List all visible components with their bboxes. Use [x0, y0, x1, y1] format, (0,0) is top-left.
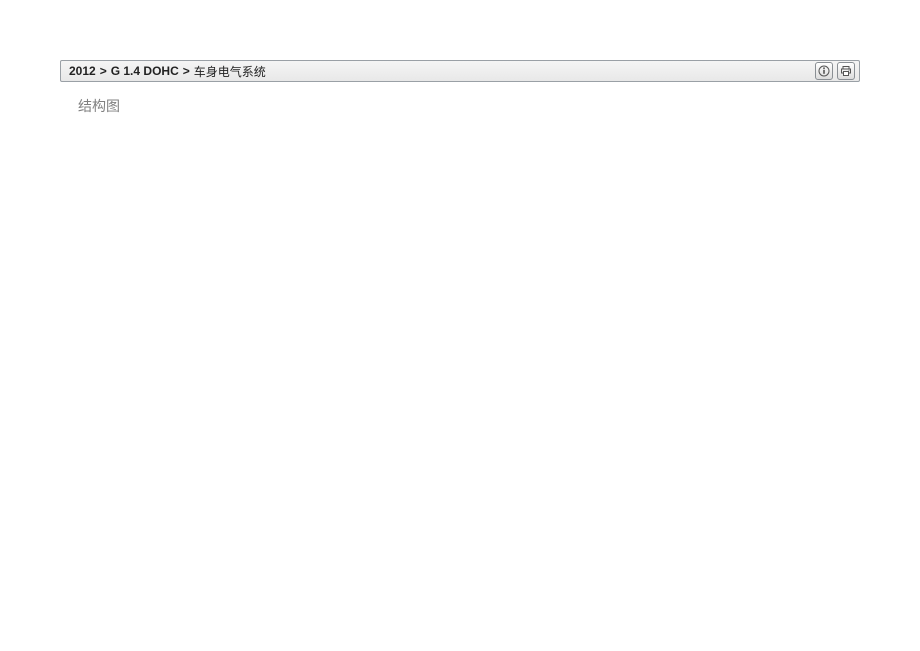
- print-button[interactable]: [837, 62, 855, 80]
- breadcrumb-sep: >: [183, 64, 190, 78]
- info-button[interactable]: [815, 62, 833, 80]
- section-title: 结构图: [78, 96, 860, 116]
- breadcrumb-sep: >: [100, 64, 107, 78]
- print-icon: [840, 65, 852, 77]
- breadcrumb-year: 2012: [69, 64, 96, 78]
- breadcrumb: 2012 > G 1.4 DOHC > 车身电气系统: [69, 63, 266, 80]
- icon-group: [815, 62, 855, 80]
- info-icon: [818, 65, 830, 77]
- header-bar: 2012 > G 1.4 DOHC > 车身电气系统: [60, 60, 860, 82]
- breadcrumb-engine: G 1.4 DOHC: [111, 64, 179, 78]
- breadcrumb-system: 车身电气系统: [194, 63, 266, 80]
